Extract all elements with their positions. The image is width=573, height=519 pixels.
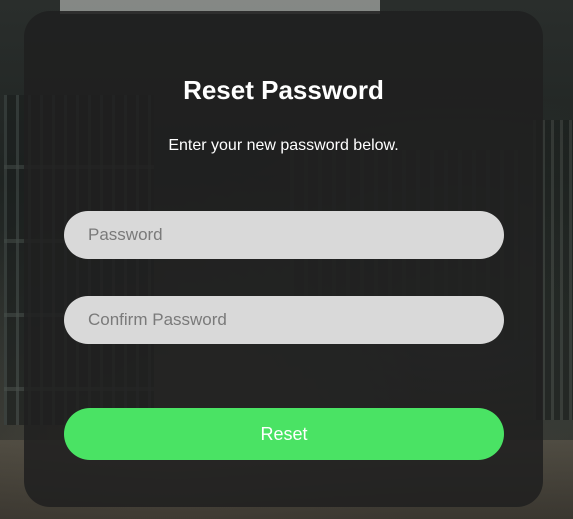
confirm-password-input[interactable]	[64, 296, 504, 344]
instructions-text: Enter your new password below.	[168, 137, 399, 154]
page-title: Reset Password	[183, 75, 384, 105]
reset-password-card: Reset Password Enter your new password b…	[24, 11, 543, 507]
password-input[interactable]	[64, 211, 504, 259]
reset-button[interactable]: Reset	[64, 408, 504, 460]
